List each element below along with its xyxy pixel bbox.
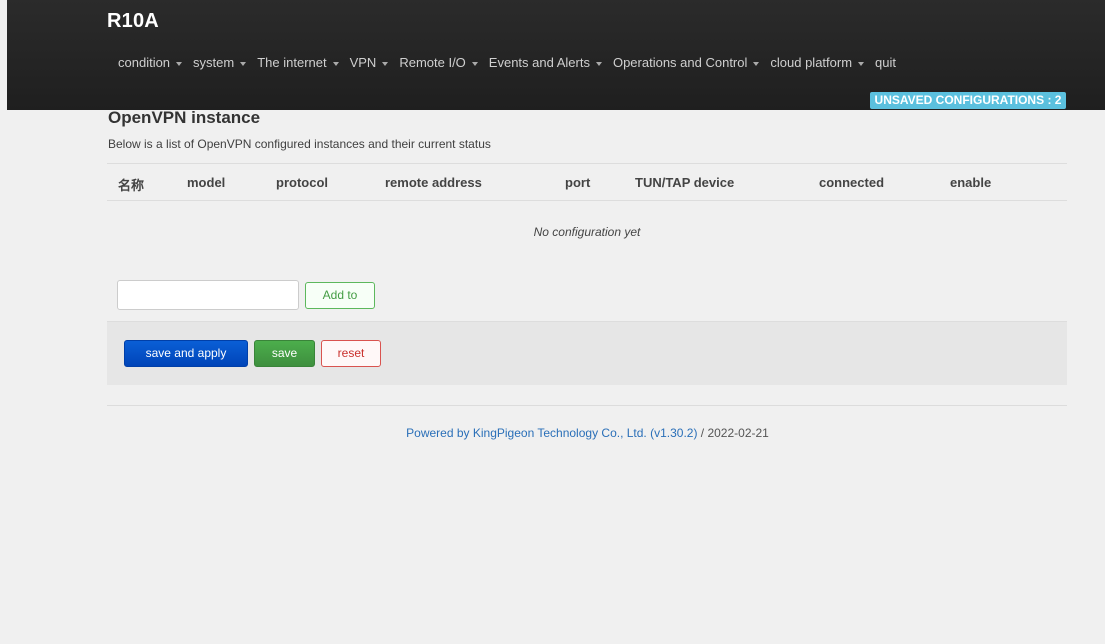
menu-cloud-platform[interactable]: cloud platform — [770, 55, 874, 70]
column-header-port: port — [565, 175, 591, 190]
section-description: Below is a list of OpenVPN configured in… — [108, 137, 491, 151]
empty-table-message: No configuration yet — [533, 225, 641, 239]
menu-the-internet[interactable]: The internet — [257, 55, 348, 70]
menu-vpn[interactable]: VPN — [350, 55, 399, 70]
menu-label: Events and Alerts — [488, 55, 590, 70]
menu-label: Remote I/O — [399, 55, 466, 70]
footer-divider — [107, 405, 1067, 406]
page-title: OpenVPN instance — [108, 108, 261, 127]
main-menu: condition system The internet VPN Remote… — [118, 55, 907, 70]
menu-label: VPN — [349, 55, 377, 70]
unsaved-configurations-badge[interactable]: UNSAVED CONFIGURATIONS : 2 — [870, 92, 1066, 109]
reset-button[interactable]: reset — [321, 340, 381, 367]
powered-by-link[interactable]: Powered by KingPigeon Technology Co., Lt… — [406, 426, 697, 440]
column-header-remote-address: remote address — [385, 175, 482, 190]
instances-table: 名称 model protocol remote address port TU… — [107, 163, 1067, 264]
new-instance-name-input[interactable] — [117, 280, 299, 310]
menu-operations-control[interactable]: Operations and Control — [613, 55, 769, 70]
footer: Powered by KingPigeon Technology Co., Lt… — [0, 426, 1105, 440]
menu-label: condition — [118, 55, 171, 70]
table-header: 名称 model protocol remote address port TU… — [107, 163, 1067, 201]
caret-down-icon — [176, 61, 183, 66]
save-button[interactable]: save — [254, 340, 315, 367]
caret-down-icon — [240, 61, 247, 66]
menu-condition[interactable]: condition — [118, 55, 192, 70]
column-header-name: 名称 — [118, 178, 145, 193]
menu-remote-io[interactable]: Remote I/O — [399, 55, 487, 70]
column-header-connected: connected — [819, 175, 885, 190]
menu-label: Operations and Control — [612, 55, 748, 70]
form-actions-bar — [107, 321, 1067, 385]
caret-down-icon — [382, 61, 389, 66]
menu-system[interactable]: system — [193, 55, 256, 70]
column-header-protocol: protocol — [276, 175, 328, 190]
caret-down-icon — [471, 61, 478, 66]
menu-label: system — [193, 55, 235, 70]
menu-label: The internet — [257, 55, 327, 70]
menu-label: quit — [875, 55, 897, 70]
menu-label: cloud platform — [770, 55, 853, 70]
caret-down-icon — [332, 61, 339, 66]
column-header-tun-tap-device: TUN/TAP device — [635, 175, 735, 190]
caret-down-icon — [595, 61, 602, 66]
caret-down-icon — [753, 61, 760, 66]
caret-down-icon — [858, 61, 865, 66]
add-instance-button[interactable]: Add to — [305, 282, 375, 309]
brand-logo[interactable]: R10A — [107, 10, 159, 33]
footer-date: / 2022-02-21 — [697, 426, 769, 440]
menu-quit[interactable]: quit — [875, 55, 906, 70]
column-header-enable: enable — [950, 175, 992, 190]
save-and-apply-button[interactable]: save and apply — [124, 340, 248, 367]
column-header-model: model — [187, 175, 226, 190]
menu-events-alerts[interactable]: Events and Alerts — [489, 55, 612, 70]
